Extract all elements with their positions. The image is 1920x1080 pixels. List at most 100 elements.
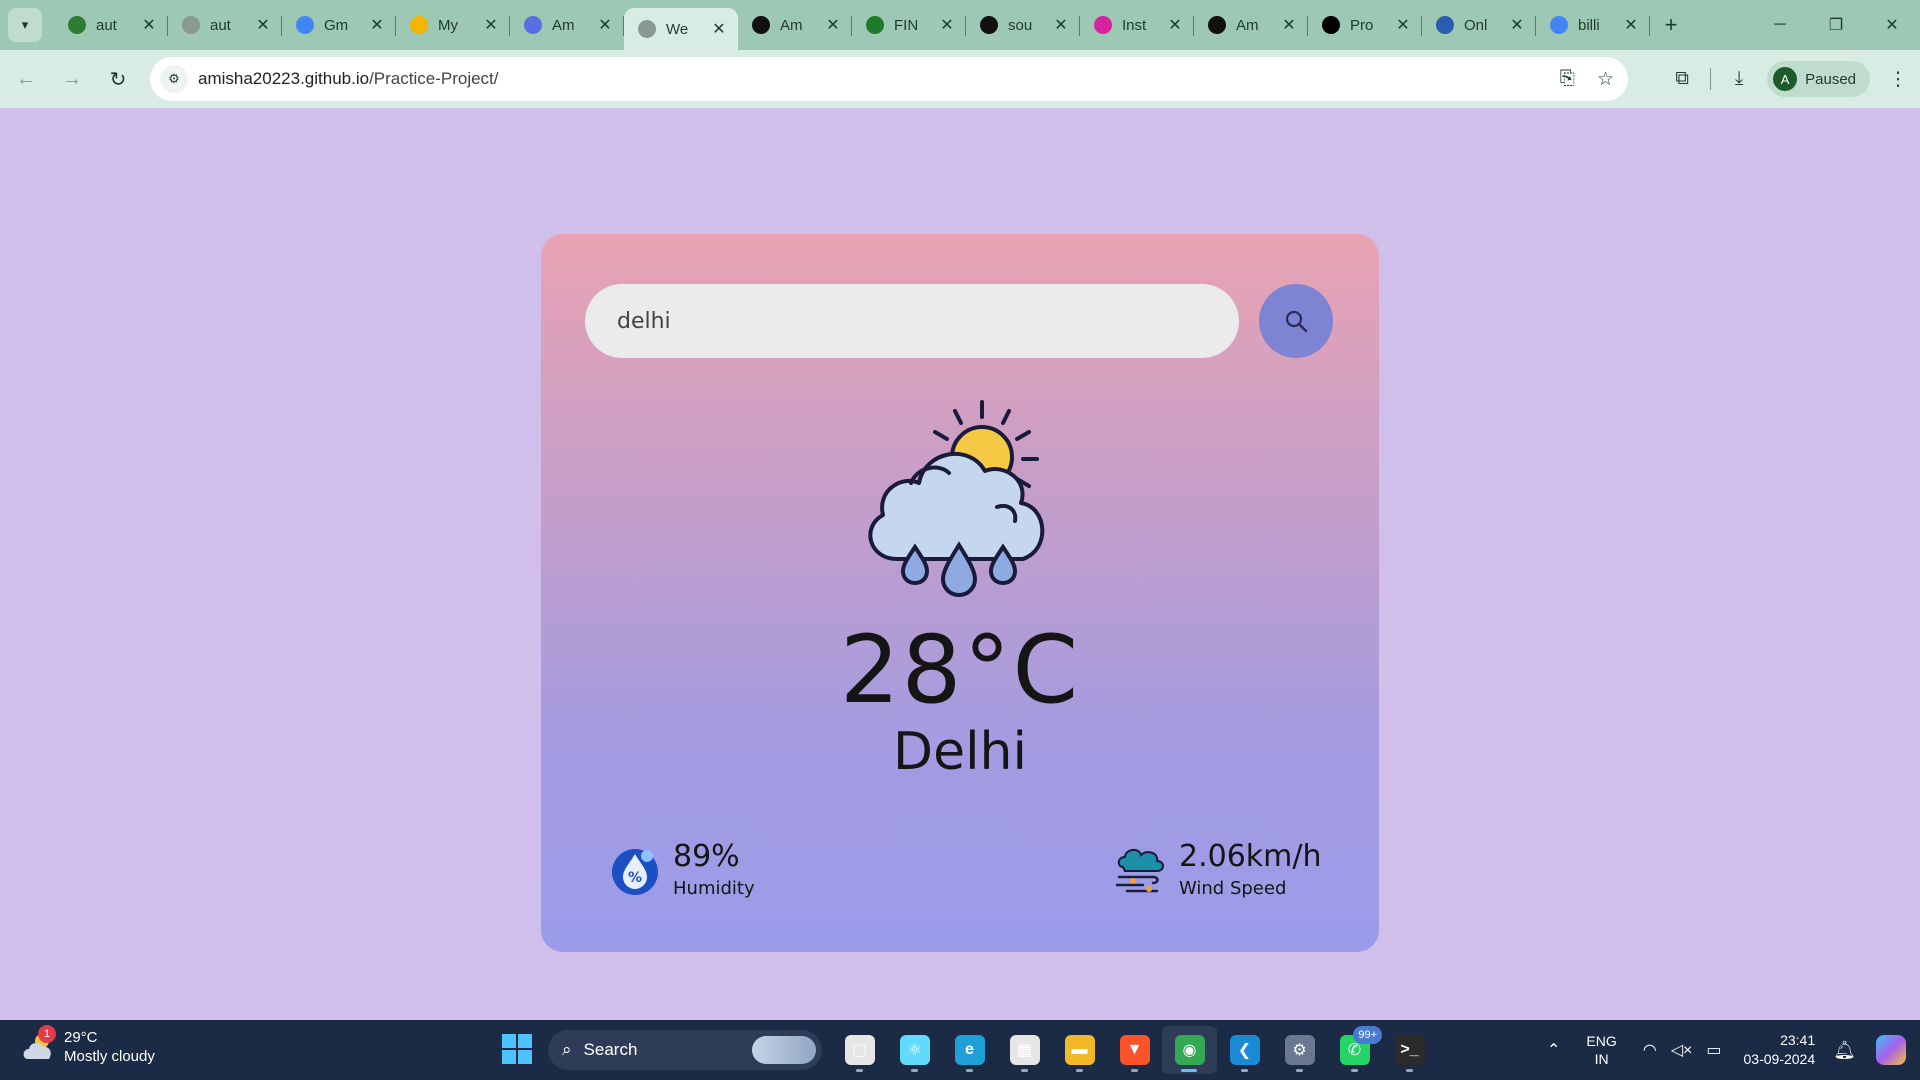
- browser-tab[interactable]: Gm ✕: [282, 0, 396, 50]
- forward-button[interactable]: →: [52, 59, 92, 99]
- taskbar-app-file-explorer[interactable]: ▬: [1052, 1026, 1107, 1074]
- tab-close-icon[interactable]: ✕: [710, 19, 728, 39]
- tab-title: Am: [780, 16, 803, 34]
- github-icon: [980, 16, 998, 34]
- taskbar-app-chrome[interactable]: ◉: [1162, 1026, 1217, 1074]
- leaf-icon: [68, 16, 86, 34]
- running-indicator: [1131, 1069, 1138, 1072]
- browser-tab[interactable]: sou ✕: [966, 0, 1080, 50]
- download-icon[interactable]: ⤓: [1717, 57, 1761, 101]
- speaker-muted-icon[interactable]: ◁×: [1671, 1040, 1693, 1060]
- taskbar-weather-widget[interactable]: 1 29°C Mostly cloudy: [20, 1025, 155, 1066]
- tab-title: Pro: [1350, 16, 1374, 34]
- tab-title: Onl: [1464, 16, 1488, 34]
- browser-tab[interactable]: Am ✕: [738, 0, 852, 50]
- clock[interactable]: 23:41 03-09-2024: [1744, 1031, 1816, 1069]
- react-icon: ⚛: [899, 1035, 930, 1065]
- search-button[interactable]: [1259, 284, 1333, 358]
- x-icon: [1322, 16, 1340, 34]
- browser-tab[interactable]: Am ✕: [1194, 0, 1308, 50]
- github-icon: [752, 16, 770, 34]
- github-icon: [1208, 16, 1226, 34]
- terminal-icon: >_: [1394, 1035, 1425, 1065]
- reload-button[interactable]: ↻: [98, 59, 138, 99]
- city-search-input[interactable]: [585, 284, 1239, 358]
- tab-close-icon[interactable]: ✕: [140, 15, 158, 35]
- url-text[interactable]: amisha20223.github.io/Practice-Project/: [198, 69, 499, 89]
- extensions-icon[interactable]: ⧉: [1660, 57, 1704, 101]
- browser-tab[interactable]: aut ✕: [168, 0, 282, 50]
- tab-close-icon[interactable]: ✕: [1166, 15, 1184, 35]
- bookmark-star-icon[interactable]: ☆: [1597, 68, 1614, 91]
- tab-close-icon[interactable]: ✕: [368, 15, 386, 35]
- clock-time: 23:41: [1780, 1032, 1816, 1048]
- tab-close-icon[interactable]: ✕: [254, 15, 272, 35]
- taskbar-app-terminal[interactable]: >_: [1382, 1026, 1437, 1074]
- battery-icon[interactable]: ▭: [1706, 1040, 1721, 1060]
- search-highlight-illustration: [752, 1036, 816, 1064]
- browser-tab[interactable]: Onl ✕: [1422, 0, 1536, 50]
- show-hidden-icons-chevron-icon[interactable]: ⌃: [1547, 1040, 1560, 1060]
- pinned-apps: ▢ ⚛ e ▦ ▬ ▼ ◉ ❮ ⚙ ✆ 99+ >_: [832, 1026, 1437, 1074]
- notification-bell-icon[interactable]: 🔔︎: [1833, 1040, 1856, 1061]
- browser-tab[interactable]: Inst ✕: [1080, 0, 1194, 50]
- tab-close-icon[interactable]: ✕: [824, 15, 842, 35]
- copilot-icon[interactable]: [1876, 1035, 1906, 1065]
- system-tray: ⌃ ENG IN ◠ ◁× ▭ 23:41 03-09-2024 🔔︎: [1547, 1020, 1920, 1080]
- profile-button[interactable]: A Paused: [1767, 61, 1870, 97]
- tab-title: My: [438, 16, 458, 34]
- translate-icon[interactable]: ⎘: [1560, 68, 1575, 90]
- kebab-menu-icon[interactable]: ⋮: [1876, 57, 1920, 101]
- taskbar-app-edge[interactable]: e: [942, 1026, 997, 1074]
- taskbar-app-brave[interactable]: ▼: [1107, 1026, 1162, 1074]
- start-windows-icon[interactable]: [502, 1034, 532, 1064]
- browser-tab[interactable]: My ✕: [396, 0, 510, 50]
- tab-close-icon[interactable]: ✕: [1394, 15, 1412, 35]
- tab-close-icon[interactable]: ✕: [938, 15, 956, 35]
- tab-close-icon[interactable]: ✕: [482, 15, 500, 35]
- input-language-indicator[interactable]: ENG IN: [1586, 1032, 1616, 1068]
- tab-close-icon[interactable]: ✕: [1622, 15, 1640, 35]
- humidity-label: Humidity: [673, 878, 755, 899]
- taskbar-app-whatsapp[interactable]: ✆ 99+: [1327, 1026, 1382, 1074]
- browser-tab[interactable]: billi ✕: [1536, 0, 1650, 50]
- new-tab-button[interactable]: +: [1656, 10, 1686, 40]
- running-indicator: [856, 1069, 863, 1072]
- wind-speed-value: 2.06km/h: [1179, 839, 1322, 874]
- taskbar-app-vscode[interactable]: ❮: [1217, 1026, 1272, 1074]
- tab-close-icon[interactable]: ✕: [1508, 15, 1526, 35]
- tab-close-icon[interactable]: ✕: [596, 15, 614, 35]
- running-indicator: [1406, 1069, 1413, 1072]
- site-info-icon[interactable]: ⚙: [160, 65, 188, 93]
- file-explorer-icon: ▬: [1064, 1035, 1095, 1065]
- taskbar-app-settings[interactable]: ⚙: [1272, 1026, 1327, 1074]
- profile-status-label: Paused: [1805, 70, 1856, 88]
- url-domain: amisha20223.github.io: [198, 69, 370, 88]
- taskbar-search-box[interactable]: ⌕ Search: [548, 1030, 822, 1070]
- document-icon: [866, 16, 884, 34]
- taskbar-app-task-view[interactable]: ▢: [832, 1026, 887, 1074]
- url-path: /Practice-Project/: [369, 69, 499, 88]
- tab-title: Am: [552, 16, 575, 34]
- close-window-icon[interactable]: ✕: [1864, 0, 1920, 50]
- taskbar-app-store[interactable]: ▦: [997, 1026, 1052, 1074]
- store-icon: ▦: [1009, 1035, 1040, 1065]
- minimize-icon[interactable]: ─: [1752, 0, 1808, 50]
- browser-tab[interactable]: FIN ✕: [852, 0, 966, 50]
- taskbar-app-react[interactable]: ⚛: [887, 1026, 942, 1074]
- browser-tab[interactable]: aut ✕: [54, 0, 168, 50]
- tab-search-chevron-icon[interactable]: ▾: [8, 8, 42, 42]
- address-bar[interactable]: ⚙ amisha20223.github.io/Practice-Project…: [150, 57, 1628, 101]
- restore-icon[interactable]: ❐: [1808, 0, 1864, 50]
- tab-title: Inst: [1122, 16, 1147, 34]
- back-button[interactable]: ←: [6, 59, 46, 99]
- browser-tab[interactable]: Pro ✕: [1308, 0, 1422, 50]
- chrome-icon: ◉: [1174, 1035, 1205, 1065]
- language-code: ENG: [1586, 1033, 1617, 1049]
- browser-tab[interactable]: We ✕: [624, 8, 738, 50]
- wifi-icon[interactable]: ◠: [1643, 1040, 1657, 1060]
- browser-tab[interactable]: Am ✕: [510, 0, 624, 50]
- tab-close-icon[interactable]: ✕: [1280, 15, 1298, 35]
- tab-strip: ▾ aut ✕ aut ✕ Gm ✕ My ✕ Am ✕ We ✕ Am ✕ FIN ✕ sou ✕ Inst ✕ Am…: [0, 0, 1920, 50]
- tab-close-icon[interactable]: ✕: [1052, 15, 1070, 35]
